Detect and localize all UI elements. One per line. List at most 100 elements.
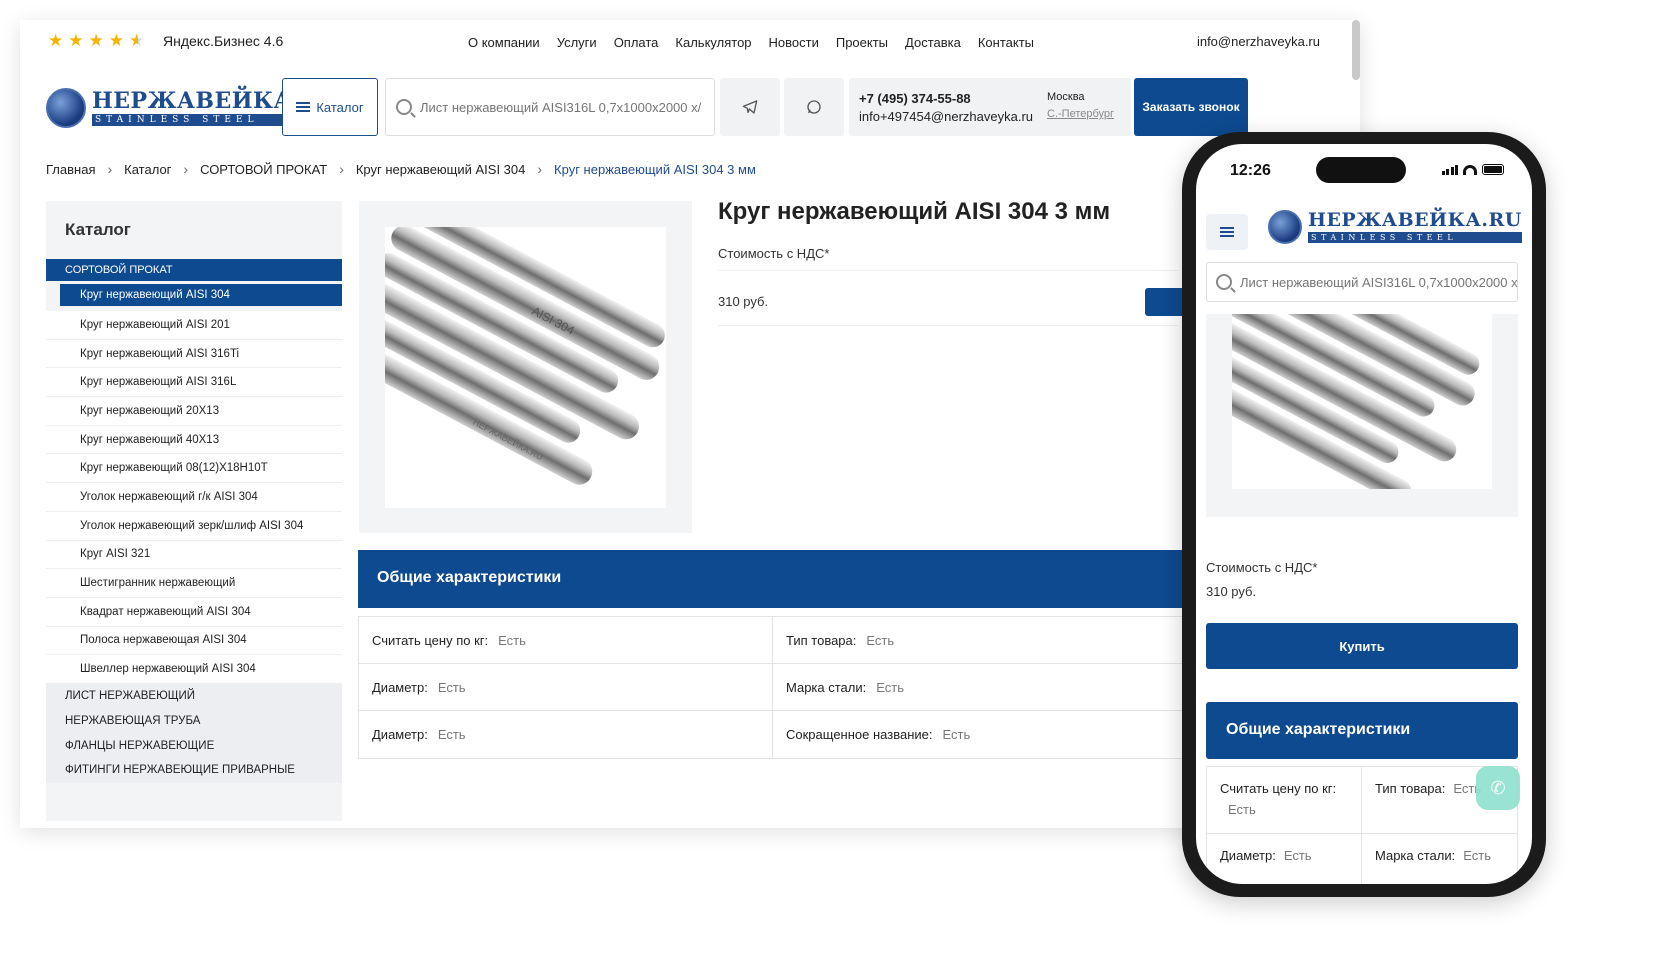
sidebar-item[interactable]: Круг AISI 321 [46,540,342,570]
mobile-device: 12:26 НЕРЖАВЕЙКА.RU STAINLESS STEEL Лист… [1182,132,1546,897]
characteristic-value: Есть [876,679,905,695]
sidebar-item[interactable]: Круг нержавеющий 20Х13 [46,397,342,426]
mobile-menu-button[interactable] [1206,214,1248,250]
star-icon: ★ [108,31,124,50]
order-call-button[interactable]: Заказать звонок [1134,78,1248,136]
whatsapp-button[interactable] [784,78,844,136]
screenshot-stage: ★ ★ ★ ★ ★ Яндекс.Бизнес 4.6 О компании Ус… [0,0,1661,969]
top-nav-link[interactable]: Услуги [557,35,597,50]
characteristic-value: Есть [942,727,971,742]
sidebar-item[interactable]: Круг нержавеющий AISI 316L [46,368,342,398]
sidebar-item[interactable]: Круг нержавеющий AISI 316Ti [46,339,342,369]
desktop-browser-view: ★ ★ ★ ★ ★ Яндекс.Бизнес 4.6 О компании Ус… [20,20,1360,828]
top-nav-link[interactable]: О компании [468,35,540,50]
breadcrumb-item[interactable]: Главная [46,162,95,177]
top-nav-link[interactable]: Доставка [905,35,961,50]
characteristic-cell: Считать цену по кг: Есть [1207,767,1362,833]
sidebar-item[interactable]: Уголок нержавеющий г/к AISI 304 [46,483,342,512]
top-nav-link[interactable]: Калькулятор [675,35,751,50]
characteristic-cell: Диаметр: Есть [359,664,773,710]
buy-button[interactable] [1145,288,1185,316]
breadcrumb-item[interactable]: Каталог [124,162,171,177]
mobile-product-image[interactable] [1232,314,1492,489]
sidebar-item[interactable]: Швеллер нержавеющий AISI 304 [46,655,342,684]
catalog-button[interactable]: Каталог [282,78,378,136]
mobile-logo[interactable]: НЕРЖАВЕЙКА.RU STAINLESS STEEL [1268,210,1522,244]
characteristic-value: Есть [866,632,895,648]
mobile-search-input[interactable] [1240,274,1517,290]
top-bar: ★ ★ ★ ★ ★ Яндекс.Бизнес 4.6 О компании Ус… [20,20,1360,62]
mobile-buy-button[interactable]: Купить [1206,623,1518,669]
rating-stars: ★ ★ ★ ★ ★ [48,32,144,49]
top-email-link[interactable]: info@nerzhaveyka.ru [1197,34,1320,49]
star-icon: ★ [48,31,64,50]
chevron-right-icon: › [537,161,543,177]
steel-rods-image: AISI 304 НЕРЖАВЕЙКА.RU [385,227,665,485]
chevron-right-icon: › [339,161,344,177]
sidebar-item[interactable]: Уголок нержавеющий зерк/шлиф AISI 304 [46,511,342,541]
top-nav-link[interactable]: Проекты [836,35,888,50]
top-nav-link[interactable]: Новости [769,35,819,50]
sidebar-item[interactable]: Полоса нержавеющая AISI 304 [46,626,342,656]
sidebar-section-active[interactable]: СОРТОВОЙ ПРОКАТ [46,259,342,281]
table-row: Диаметр: Есть Марка стали: Есть [359,664,1187,711]
mobile-characteristics-table: Считать цену по кг: Есть Тип товара: Есть Ди… [1206,766,1518,884]
product-image-panel: AISI 304 НЕРЖАВЕЙКА.RU [359,201,692,533]
characteristic-value: Есть [1283,848,1312,863]
sidebar-item[interactable]: Круг нержавеющий 40Х13 [46,425,342,455]
mobile-price-vat-label: Стоимость с НДС* [1206,560,1318,575]
sidebar-item[interactable]: Квадрат нержавеющий AISI 304 [46,597,342,627]
sidebar-category[interactable]: ФЛАНЦЫ НЕРЖАВЕЮЩИЕ [46,733,342,759]
price-vat-label: Стоимость с НДС* [718,246,830,261]
search-input[interactable] [420,99,710,115]
characteristic-label: Диаметр: [1220,848,1276,863]
top-nav-link[interactable]: Оплата [614,35,659,50]
sidebar-category[interactable]: НЕРЖАВЕЮЩАЯ ТРУБА [46,708,342,734]
product-image[interactable]: AISI 304 НЕРЖАВЕЙКА.RU [385,227,666,508]
characteristic-label: Марка стали: [786,679,867,695]
sidebar-subitems: Круг нержавеющий AISI 304 Круг нержавеющи… [46,284,342,684]
divider [718,270,1178,271]
rating-label[interactable]: Яндекс.Бизнес 4.6 [163,33,283,49]
sidebar-categories: ЛИСТ НЕРЖАВЕЮЩИЙ НЕРЖАВЕЮЩАЯ ТРУБА ФЛАНЦЫ … [46,684,342,783]
city-switch-link[interactable]: С.-Петербург [1047,108,1114,120]
floating-call-button[interactable]: ✆ [1476,766,1520,810]
steel-rods-image [1232,314,1480,489]
table-row: Считать цену по кг: Есть Тип товара: Есть [359,617,1187,664]
characteristic-label: Считать цену по кг: [372,632,489,648]
breadcrumb-item[interactable]: СОРТОВОЙ ПРОКАТ [200,162,327,177]
characteristics-header: Общие характеристики [358,550,1188,608]
contact-email-link[interactable]: info+497454@nerzhaveyka.ru [859,109,1033,124]
table-row: Диаметр: Есть Сокращенное название: Есть [359,711,1187,758]
whatsapp-icon [807,100,821,114]
menu-icon [296,102,311,112]
table-row: Диаметр: Есть Марка стали: Есть [1207,834,1517,884]
sidebar-item[interactable]: Круг нержавеющий AISI 201 [46,311,342,340]
product-price: 310 руб. [718,294,769,309]
mobile-search-box[interactable] [1206,262,1518,302]
status-time: 12:26 [1230,162,1271,179]
sidebar-item-active[interactable]: Круг нержавеющий AISI 304 [60,284,342,307]
phone-link[interactable]: +7 (495) 374-55-88 [859,91,971,106]
search-icon [396,99,412,115]
characteristic-cell: Диаметр: Есть [359,711,773,758]
search-box[interactable] [385,78,715,136]
characteristic-value: Есть [437,679,466,695]
telegram-icon [742,100,758,114]
catalog-button-label: Каталог [316,99,364,115]
sidebar-category[interactable]: ФИТИНГИ НЕРЖАВЕЮЩИЕ ПРИВАРНЫЕ [46,758,342,783]
characteristic-label: Тип товара: [786,632,857,648]
sidebar-category[interactable]: ЛИСТ НЕРЖАВЕЮЩИЙ [46,684,342,709]
sidebar-item[interactable]: Шестигранник нержавеющий [46,569,342,598]
breadcrumb-item[interactable]: Круг нержавеющий AISI 304 [356,162,526,177]
characteristic-value: Есть [1463,848,1492,863]
top-nav-link[interactable]: Контакты [978,35,1034,50]
wifi-icon [1463,165,1477,175]
chevron-right-icon: › [183,161,189,177]
signal-icon [1441,165,1458,175]
status-icons [1441,164,1504,175]
telegram-button[interactable] [720,78,780,136]
city-current[interactable]: Москва [1047,91,1085,103]
mobile-product-image-panel [1206,314,1518,517]
sidebar-item[interactable]: Круг нержавеющий 08(12)Х18Н10Т [46,454,342,484]
